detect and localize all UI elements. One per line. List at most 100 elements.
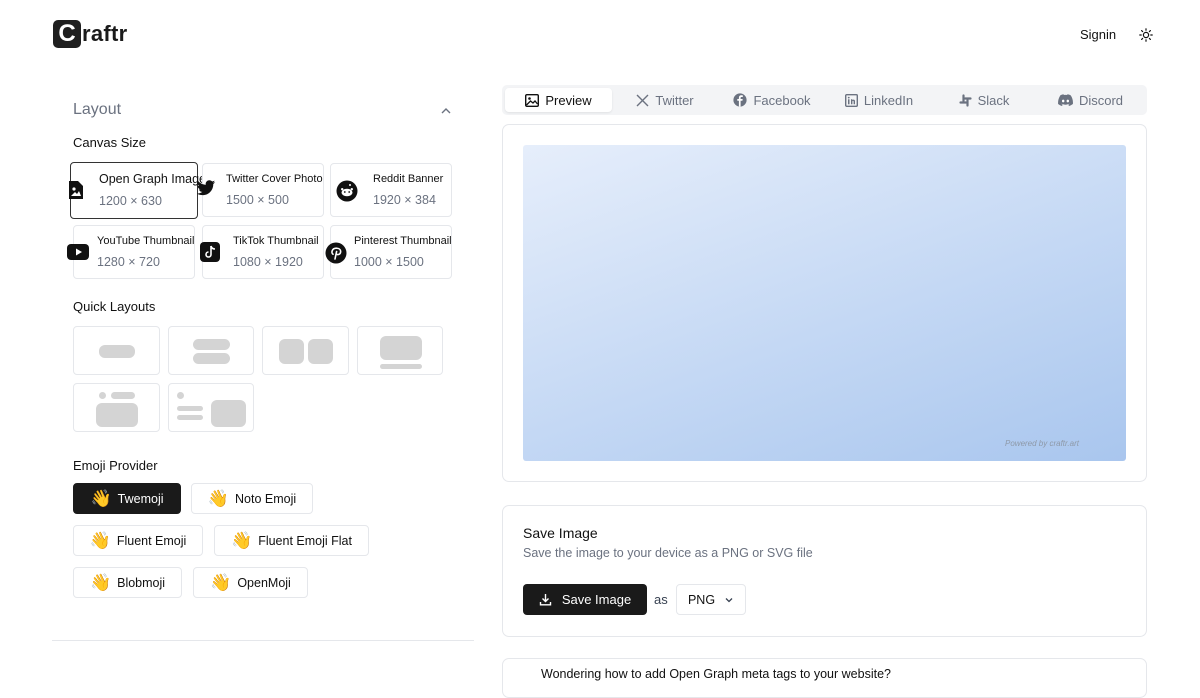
- canvas-size-dimensions: 1920 × 384: [373, 193, 436, 207]
- slack-icon: [958, 93, 972, 107]
- youtube-icon: [67, 244, 89, 260]
- facebook-icon: [733, 93, 748, 107]
- emoji-provider-noto[interactable]: 👋 Noto Emoji: [191, 483, 313, 514]
- preview-tabs: Preview Twitter Facebook LinkedIn Slack: [502, 85, 1147, 115]
- layout-shape: [177, 406, 203, 411]
- canvas-size-name: Open Graph Image: [99, 172, 207, 186]
- format-value: PNG: [687, 592, 716, 607]
- canvas-size-name: TikTok Thumbnail: [233, 235, 319, 247]
- tab-label: Slack: [977, 92, 1010, 108]
- tab-twitter[interactable]: Twitter: [613, 88, 717, 112]
- canvas-size-tiktok-thumbnail[interactable]: TikTok Thumbnail 1080 × 1920: [200, 225, 324, 279]
- waving-hand-icon: 👋: [207, 489, 230, 508]
- quick-layout-image-caption[interactable]: [357, 326, 443, 375]
- layout-shape: [211, 400, 246, 427]
- tab-facebook[interactable]: Facebook: [718, 88, 826, 112]
- quick-layout-single-bar[interactable]: [73, 326, 160, 375]
- layout-shape: [193, 353, 230, 364]
- layout-shape: [308, 339, 333, 364]
- discord-icon: [1058, 94, 1073, 106]
- preview-image: [523, 145, 1126, 461]
- sun-icon[interactable]: [1139, 28, 1153, 42]
- canvas-size-open-graph[interactable]: Open Graph Image 1200 × 630: [69, 162, 206, 219]
- pinterest-icon: [325, 242, 347, 264]
- download-icon: [539, 594, 552, 606]
- emoji-provider-openmoji[interactable]: 👋 OpenMoji: [193, 567, 308, 598]
- emoji-provider-label: Blobmoji: [117, 575, 166, 590]
- chevron-up-icon[interactable]: [440, 105, 452, 117]
- waving-hand-icon: 👋: [210, 573, 232, 592]
- section-divider: [52, 640, 474, 641]
- emoji-provider-label: Twemoji: [117, 491, 164, 506]
- tab-preview[interactable]: Preview: [505, 88, 612, 112]
- tab-label: Twitter: [655, 92, 694, 108]
- waving-hand-icon: 👋: [89, 573, 112, 592]
- canvas-size-name: YouTube Thumbnail: [97, 235, 195, 247]
- tab-slack[interactable]: Slack: [932, 88, 1036, 112]
- emoji-provider-fluent[interactable]: 👋 Fluent Emoji: [73, 525, 203, 556]
- emoji-provider-fluent-flat[interactable]: 👋 Fluent Emoji Flat: [214, 525, 369, 556]
- emoji-provider-blobmoji[interactable]: 👋 Blobmoji: [73, 567, 182, 598]
- save-button-label: Save Image: [561, 592, 632, 607]
- canvas-size-dimensions: 1080 × 1920: [233, 255, 303, 269]
- x-icon: [636, 94, 649, 106]
- faq-question: Wondering how to add Open Graph meta tag…: [541, 667, 891, 681]
- reddit-icon: [336, 180, 358, 202]
- quick-layouts-label: Quick Layouts: [73, 299, 156, 314]
- quick-layout-text-image[interactable]: [168, 383, 254, 432]
- layout-shape: [380, 336, 422, 360]
- canvas-size-dimensions: 1200 × 630: [99, 194, 162, 208]
- canvas-size-name: Twitter Cover Photo: [226, 173, 323, 185]
- canvas-size-dimensions: 1000 × 1500: [354, 255, 424, 269]
- layout-shape: [279, 339, 304, 364]
- emoji-provider-label: OpenMoji: [237, 575, 291, 590]
- layout-section-title: Layout: [73, 101, 122, 118]
- quick-layout-two-columns[interactable]: [262, 326, 349, 375]
- tab-label: Facebook: [753, 92, 811, 108]
- layout-shape: [99, 345, 135, 358]
- tab-linkedin[interactable]: LinkedIn: [827, 88, 931, 112]
- emoji-provider-label: Fluent Emoji Flat: [258, 533, 352, 548]
- canvas-size-name: Pinterest Thumbnail: [354, 235, 452, 247]
- emoji-provider-label: Fluent Emoji: [116, 533, 187, 548]
- layout-shape: [177, 392, 184, 399]
- logo[interactable]: C raftr: [53, 20, 128, 48]
- layout-shape: [177, 415, 203, 420]
- canvas-size-pinterest-thumbnail[interactable]: Pinterest Thumbnail 1000 × 1500: [325, 225, 452, 279]
- image-file-icon: [69, 181, 83, 199]
- layout-shape: [96, 403, 138, 427]
- layout-shape: [193, 339, 230, 350]
- waving-hand-icon: 👋: [231, 531, 253, 550]
- canvas-size-dimensions: 1500 × 500: [226, 193, 289, 207]
- emoji-provider-label: Emoji Provider: [73, 458, 158, 473]
- layout-shape: [111, 392, 135, 399]
- quick-layout-two-bars[interactable]: [168, 326, 254, 375]
- tab-label: Discord: [1078, 92, 1124, 108]
- image-icon: [525, 93, 540, 107]
- canvas-size-label: Canvas Size: [73, 135, 146, 150]
- emoji-provider-twemoji[interactable]: 👋 Twemoji: [73, 483, 181, 514]
- signin-link[interactable]: Signin: [1080, 27, 1116, 42]
- twitter-icon: [196, 180, 216, 196]
- canvas-size-youtube-thumbnail[interactable]: YouTube Thumbnail 1280 × 720: [67, 225, 195, 279]
- format-select[interactable]: PNG: [676, 584, 746, 615]
- linkedin-icon: [844, 93, 858, 107]
- waving-hand-icon: 👋: [89, 531, 111, 550]
- tab-discord[interactable]: Discord: [1037, 88, 1144, 112]
- canvas-size-reddit-banner[interactable]: Reddit Banner 1920 × 384: [330, 163, 452, 217]
- chevron-down-icon: [725, 597, 733, 602]
- canvas-size-dimensions: 1280 × 720: [97, 255, 160, 269]
- layout-shape: [99, 392, 106, 399]
- save-image-button[interactable]: Save Image: [523, 584, 647, 615]
- logo-mark: C: [53, 20, 81, 48]
- tab-label: LinkedIn: [863, 92, 914, 108]
- canvas-size-twitter-cover[interactable]: Twitter Cover Photo 1500 × 500: [196, 163, 324, 217]
- save-image-card: [502, 505, 1147, 637]
- layout-shape: [380, 364, 422, 369]
- logo-text: raftr: [82, 21, 128, 46]
- waving-hand-icon: 👋: [90, 489, 112, 508]
- quick-layout-header-card[interactable]: [73, 383, 160, 432]
- save-image-description: Save the image to your device as a PNG o…: [523, 546, 813, 560]
- emoji-provider-label: Noto Emoji: [235, 491, 297, 506]
- canvas-size-name: Reddit Banner: [373, 173, 444, 185]
